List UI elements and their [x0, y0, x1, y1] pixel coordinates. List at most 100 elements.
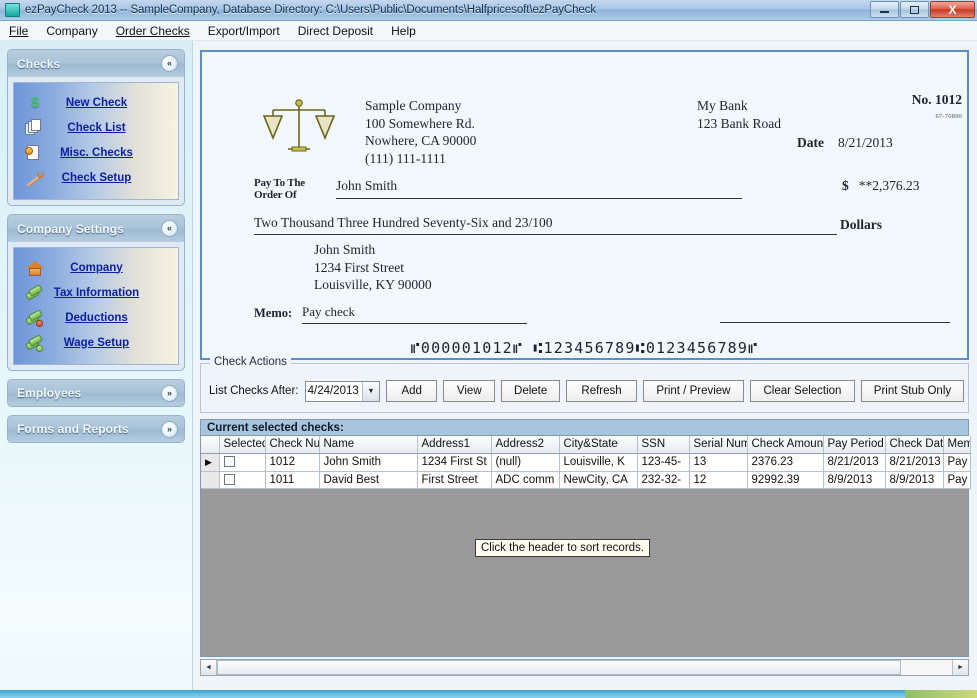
status-bar-accent [905, 690, 977, 698]
menu-item-company[interactable]: Company [37, 22, 106, 40]
menu-item-file[interactable]: File [0, 22, 37, 40]
column-header-serial-number[interactable]: Serial Num [689, 436, 747, 453]
app-icon [5, 3, 20, 17]
sidebar-panel-forms-and-reports-title: Forms and Reports [17, 422, 161, 436]
chevron-up-icon[interactable]: « [161, 220, 178, 237]
sidebar: Checks « $ New Check Check List Misc. Ch [0, 41, 193, 690]
sidebar-item-check-setup[interactable]: Check Setup [14, 165, 178, 190]
status-bar [0, 690, 977, 698]
dollars-label: Dollars [840, 217, 882, 233]
close-button[interactable]: X [930, 1, 975, 18]
chevron-down-icon[interactable]: ▼ [362, 382, 379, 401]
cell-serial-number: 12 [689, 471, 747, 488]
menu-item-direct-deposit[interactable]: Direct Deposit [289, 22, 382, 40]
view-button[interactable]: View [443, 380, 495, 402]
print-stub-only-button[interactable]: Print Stub Only [861, 380, 964, 402]
company-address-1: 100 Somewhere Rd. [365, 115, 476, 133]
sidebar-item-company-label[interactable]: Company [51, 262, 178, 274]
chevron-up-icon[interactable]: « [161, 55, 178, 72]
row-select-checkbox[interactable] [224, 474, 235, 485]
minimize-button[interactable] [870, 1, 899, 18]
menu-item-help[interactable]: Help [382, 22, 425, 40]
sidebar-item-tax-information[interactable]: Tax Information [14, 280, 178, 305]
cell-check-date: 8/9/2013 [885, 471, 943, 488]
sidebar-panel-checks-title: Checks [17, 57, 161, 71]
sidebar-panel-employees-title: Employees [17, 386, 161, 400]
current-row-marker-icon: ▶ [205, 457, 212, 467]
company-name: Sample Company [365, 97, 476, 115]
clear-selection-button[interactable]: Clear Selection [750, 380, 855, 402]
list-checks-after-dropdown[interactable]: 4/24/2013 ▼ [305, 381, 379, 402]
cell-address1: First Street [417, 471, 491, 488]
sidebar-item-deductions-label[interactable]: Deductions [51, 312, 178, 324]
sidebar-panel-employees-header[interactable]: Employees » [7, 379, 185, 407]
column-header-check-number[interactable]: Check Nu [265, 436, 319, 453]
sidebar-item-check-list-label[interactable]: Check List [51, 122, 178, 134]
table-header-row: Selected Check Nu Name Address1 Address2… [201, 436, 970, 453]
column-header-check-date[interactable]: Check Dat [885, 436, 943, 453]
column-header-check-amount[interactable]: Check Amount [747, 436, 823, 453]
cell-name: John Smith [319, 453, 417, 471]
micr-line: ⑈000001012⑈ ⑆123456789⑆0123456789⑈ [202, 339, 967, 357]
money-red-icon [25, 309, 45, 327]
sidebar-item-company[interactable]: Company [14, 255, 178, 280]
window-title: ezPayCheck 2013 -- SampleCompany, Databa… [25, 4, 596, 16]
home-icon [25, 259, 45, 277]
column-header-city-state[interactable]: City&State [559, 436, 637, 453]
sidebar-item-tax-information-label[interactable]: Tax Information [51, 287, 178, 299]
row-select-checkbox[interactable] [224, 456, 235, 467]
sidebar-panel-checks-body: $ New Check Check List Misc. Checks Chec… [7, 77, 185, 206]
column-header-pay-period[interactable]: Pay Period [823, 436, 885, 453]
sidebar-item-misc-checks-label[interactable]: Misc. Checks [51, 147, 178, 159]
sidebar-item-deductions[interactable]: Deductions [14, 305, 178, 330]
chevron-down-icon[interactable]: » [161, 385, 178, 402]
chevron-down-icon[interactable]: » [161, 421, 178, 438]
sidebar-item-misc-checks[interactable]: Misc. Checks [14, 140, 178, 165]
column-header-memo[interactable]: Memo [943, 436, 970, 453]
dollar-icon: $ [25, 94, 45, 112]
column-header-address1[interactable]: Address1 [417, 436, 491, 453]
cell-check-amount: 2376.23 [747, 453, 823, 471]
payee-address-name: John Smith [314, 241, 432, 259]
refresh-button[interactable]: Refresh [566, 380, 637, 402]
add-button[interactable]: Add [386, 380, 438, 402]
menu-bar: File Company Order Checks Export/Import … [0, 21, 977, 41]
sidebar-panel-company-settings-header[interactable]: Company Settings « [7, 214, 185, 242]
sidebar-panel-forms-and-reports-header[interactable]: Forms and Reports » [7, 415, 185, 443]
sidebar-panel-company-settings: Company Settings « Company Tax Informati… [7, 214, 185, 371]
scrollbar-track[interactable] [217, 660, 952, 675]
scroll-right-icon[interactable]: ► [952, 660, 968, 675]
grid-empty-area: Click the header to sort records. [201, 489, 968, 631]
column-header-name[interactable]: Name [319, 436, 417, 453]
minimize-icon [871, 2, 898, 17]
column-header-selected[interactable]: Selected [219, 436, 265, 453]
column-header-address2[interactable]: Address2 [491, 436, 559, 453]
sidebar-panel-company-settings-title: Company Settings [17, 222, 161, 236]
grid-horizontal-scrollbar[interactable]: ◄ ► [200, 659, 969, 676]
print-preview-button[interactable]: Print / Preview [643, 380, 744, 402]
sidebar-panel-forms-and-reports: Forms and Reports » [7, 415, 185, 443]
sidebar-panel-checks-header[interactable]: Checks « [7, 49, 185, 77]
maximize-button[interactable] [900, 1, 929, 18]
window-controls: X [869, 1, 975, 18]
table-row[interactable]: ▶ 1012 John Smith 1234 First St (null) L… [201, 453, 970, 471]
check-number-label: No. [912, 92, 932, 107]
application-window: ezPayCheck 2013 -- SampleCompany, Databa… [0, 0, 977, 698]
menu-item-order-checks[interactable]: Order Checks [107, 22, 199, 40]
sidebar-item-wage-setup-label[interactable]: Wage Setup [51, 337, 178, 349]
sidebar-item-check-setup-label[interactable]: Check Setup [51, 172, 178, 184]
scroll-left-icon[interactable]: ◄ [201, 660, 217, 675]
table-row[interactable]: 1011 David Best First Street ADC comm Ne… [201, 471, 970, 488]
sidebar-item-check-list[interactable]: Check List [14, 115, 178, 140]
cell-address2: ADC comm [491, 471, 559, 488]
checks-table: Selected Check Nu Name Address1 Address2… [201, 436, 971, 489]
column-header-ssn[interactable]: SSN [637, 436, 689, 453]
scrollbar-thumb[interactable] [217, 660, 901, 675]
sidebar-item-new-check-label[interactable]: New Check [51, 97, 178, 109]
maximize-icon [901, 2, 928, 17]
check-preview-panel: Sample Company 100 Somewhere Rd. Nowhere… [200, 50, 969, 360]
sidebar-item-wage-setup[interactable]: Wage Setup [14, 330, 178, 355]
delete-button[interactable]: Delete [501, 380, 560, 402]
menu-item-export-import[interactable]: Export/Import [199, 22, 289, 40]
sidebar-item-new-check[interactable]: $ New Check [14, 90, 178, 115]
